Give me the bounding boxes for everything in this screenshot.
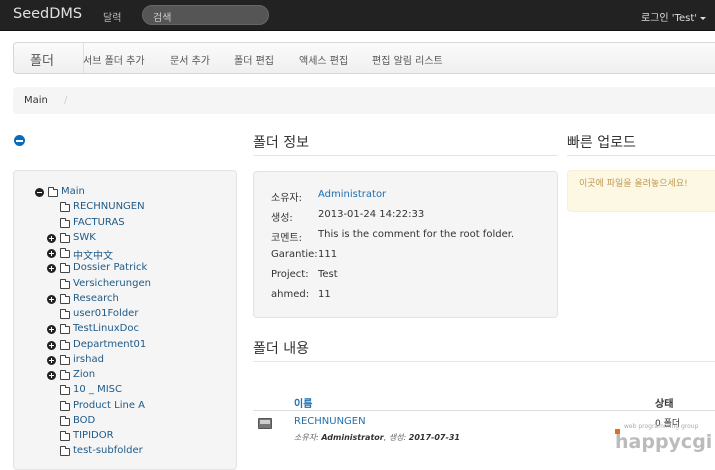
- divider: [253, 155, 558, 156]
- meta-owner-label: 소유자:: [294, 433, 319, 442]
- info-value: Test: [318, 269, 338, 280]
- expand-icon[interactable]: [47, 249, 56, 258]
- watermark-subtext: web programming group: [624, 423, 699, 430]
- info-key: Project:: [271, 269, 309, 280]
- info-key: ahmed:: [271, 289, 310, 300]
- upload-dropzone[interactable]: 이곳에 파일을 올려놓으세요!: [567, 170, 715, 212]
- tree-item-label: user01Folder: [73, 308, 139, 319]
- tree-item-label: TestLinuxDoc: [73, 323, 139, 335]
- folder-tree: Main RECHNUNGEN FACTURAS SWK 中文中文 Dossier Pat…: [13, 170, 237, 470]
- expand-icon[interactable]: [47, 371, 56, 380]
- info-key: 생성:: [271, 213, 293, 224]
- folder-icon: [60, 324, 70, 335]
- expand-icon[interactable]: [47, 325, 56, 335]
- tree-item-label: RECHNUNGEN: [73, 201, 145, 213]
- table-header-divider: [253, 410, 715, 411]
- watermark-logo: web programming group happycgi: [615, 423, 712, 453]
- folder-icon: [60, 339, 70, 350]
- expand-icon[interactable]: [47, 294, 56, 304]
- expand-icon[interactable]: [47, 355, 56, 365]
- collapse-tree-icon[interactable]: [14, 135, 25, 146]
- tree-item-label: Dossier Patrick: [73, 262, 148, 274]
- tree-item-label: BOD: [73, 414, 96, 426]
- add-document-link[interactable]: 문서 추가: [170, 52, 210, 67]
- top-navbar: SeedDMS 달력 검색 로그인 'Test': [0, 0, 715, 31]
- folder-icon: [60, 293, 70, 304]
- breadcrumb-main[interactable]: Main: [24, 95, 48, 106]
- meta-owner: Administrator: [321, 433, 384, 442]
- folder-contents-heading: 폴더 내용: [253, 341, 309, 357]
- folder-icon: [60, 202, 70, 213]
- folder-icon: [60, 217, 70, 228]
- folder-icon: [60, 263, 70, 274]
- edit-access-link[interactable]: 액세스 편집: [299, 52, 348, 67]
- tree-item-label: TIPIDOR: [73, 430, 114, 441]
- info-key: 소유자:: [271, 193, 302, 204]
- meta-created-label: 생성:: [388, 433, 407, 442]
- folder-icon[interactable]: [258, 418, 272, 429]
- breadcrumb-divider: /: [64, 95, 68, 106]
- folder-icon: [60, 385, 70, 396]
- meta-created: 2017-07-31: [408, 433, 460, 442]
- folder-icon: [60, 446, 70, 457]
- brand-link[interactable]: SeedDMS: [13, 6, 82, 22]
- tree-item-label: irshad: [73, 353, 104, 365]
- info-key: Garantie:: [271, 249, 318, 260]
- tree-item-label: Product Line A: [73, 399, 146, 411]
- divider: [567, 155, 715, 156]
- folder-icon: [60, 400, 70, 411]
- tree-item-label: 10 _ MISC: [73, 384, 122, 396]
- folder-icon: [60, 415, 70, 426]
- caret-down-icon: [700, 16, 706, 20]
- add-subfolder-link[interactable]: 서브 폴더 추가: [83, 52, 145, 67]
- column-header-name[interactable]: 이름: [294, 395, 312, 410]
- search-input[interactable]: 검색: [142, 5, 269, 25]
- tree-item-label: Zion: [73, 369, 96, 380]
- owner-link[interactable]: Administrator: [318, 189, 386, 200]
- row-folder-name[interactable]: RECHNUNGEN: [294, 416, 366, 427]
- folder-info-heading: 폴더 정보: [253, 135, 309, 151]
- folder-icon: [60, 431, 70, 441]
- user-menu[interactable]: 로그인 'Test': [641, 9, 706, 24]
- breadcrumb: Main /: [13, 87, 715, 114]
- tree-item-label: Research: [73, 292, 119, 304]
- folder-icon: [60, 354, 70, 365]
- tree-item-label: test-subfolder: [73, 445, 143, 457]
- expand-icon[interactable]: [47, 340, 56, 350]
- user-menu-label: 로그인 'Test': [641, 13, 697, 24]
- subnav-title: 폴더: [30, 54, 54, 69]
- info-value: 111: [318, 249, 338, 260]
- folder-subnav: 폴더 서브 폴더 추가 문서 추가 폴더 편집 액세스 편집 편집 알림 리스트: [13, 42, 715, 74]
- column-header-status: 상태: [655, 399, 674, 410]
- edit-notify-link[interactable]: 편집 알림 리스트: [372, 52, 443, 67]
- info-value: This is the comment for the root folder.: [318, 229, 515, 240]
- tree-item-label: SWK: [73, 231, 96, 243]
- tree-item-label: FACTURAS: [73, 216, 125, 228]
- tree-item-label: 中文中文: [73, 251, 113, 262]
- info-value: 2013-01-24 14:22:33: [318, 209, 425, 220]
- folder-icon: [60, 370, 70, 380]
- nav-calendar-link[interactable]: 달력: [103, 9, 121, 24]
- collapse-icon[interactable]: [35, 188, 44, 197]
- tree-item-label: Department01: [73, 338, 147, 350]
- folder-icon: [60, 309, 70, 319]
- folder-icon: [48, 187, 58, 197]
- upload-dropzone-text: 이곳에 파일을 올려놓으세요!: [579, 179, 688, 189]
- info-value: 11: [318, 289, 331, 300]
- quick-upload-heading: 빠른 업로드: [567, 135, 636, 151]
- info-key: 코멘트:: [271, 233, 302, 244]
- row-folder-meta: 소유자: Administrator, 생성: 2017-07-31: [294, 433, 460, 442]
- divider: [253, 361, 715, 362]
- folder-icon: [60, 232, 70, 243]
- tree-item-label: Main: [61, 186, 85, 197]
- edit-folder-link[interactable]: 폴더 편집: [234, 52, 274, 67]
- folder-icon: [60, 278, 70, 289]
- folder-icon: [60, 248, 70, 258]
- folder-info-panel: 소유자: Administrator 생성: 2013-01-24 14:22:33 코…: [253, 171, 558, 318]
- tree-item-label: Versicherungen: [73, 277, 151, 289]
- expand-icon[interactable]: [47, 233, 56, 243]
- expand-icon[interactable]: [47, 264, 56, 274]
- watermark-text: happycgi: [615, 431, 713, 453]
